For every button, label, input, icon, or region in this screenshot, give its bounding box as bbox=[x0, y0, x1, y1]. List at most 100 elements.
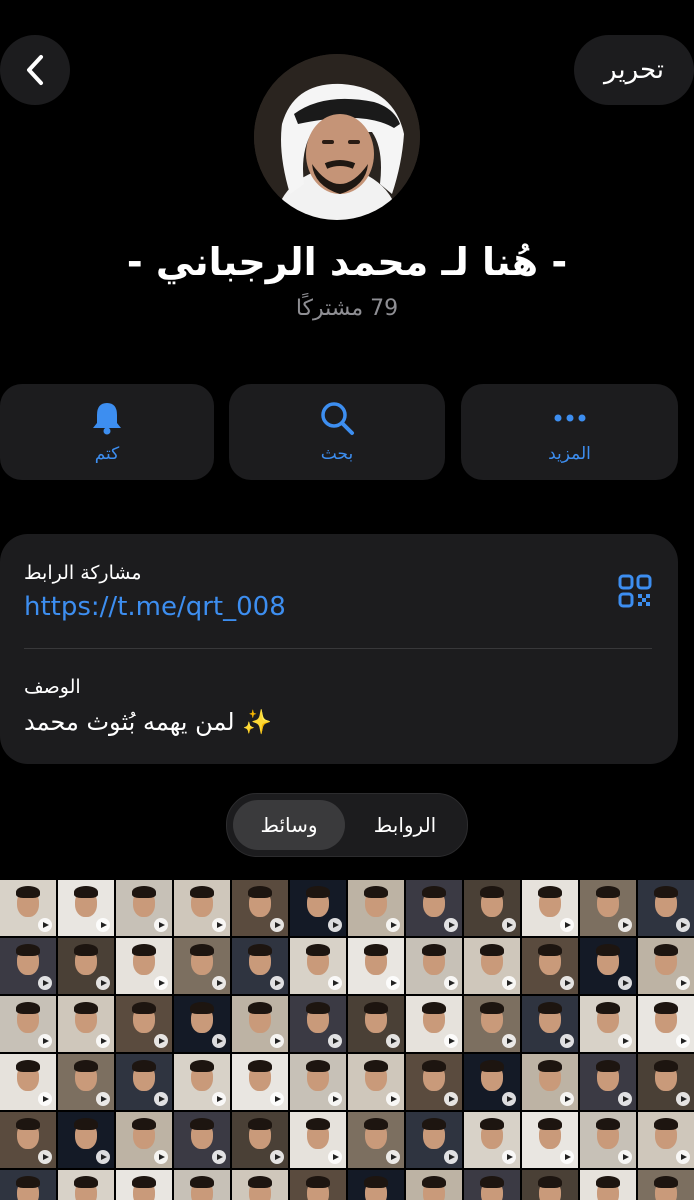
media-thumbnail[interactable] bbox=[580, 1054, 636, 1110]
media-thumbnail[interactable] bbox=[638, 1170, 694, 1200]
media-thumbnail[interactable] bbox=[0, 938, 56, 994]
media-thumbnail[interactable] bbox=[406, 880, 462, 936]
media-thumbnail[interactable] bbox=[116, 1170, 172, 1200]
media-thumbnail[interactable] bbox=[580, 996, 636, 1052]
media-thumbnail[interactable] bbox=[174, 1112, 230, 1168]
media-thumbnail[interactable] bbox=[174, 880, 230, 936]
media-thumbnail[interactable] bbox=[638, 880, 694, 936]
mute-button[interactable]: كتم bbox=[0, 384, 214, 480]
thumbnail-hair bbox=[131, 1117, 157, 1130]
media-thumbnail[interactable] bbox=[116, 1054, 172, 1110]
media-thumbnail[interactable] bbox=[232, 1170, 288, 1200]
media-thumbnail[interactable] bbox=[232, 1112, 288, 1168]
media-thumbnail[interactable] bbox=[464, 938, 520, 994]
media-thumbnail[interactable] bbox=[174, 996, 230, 1052]
thumbnail-hair bbox=[15, 1001, 41, 1014]
thumbnail-hair bbox=[537, 885, 563, 898]
media-thumbnail[interactable] bbox=[464, 880, 520, 936]
media-thumbnail[interactable] bbox=[0, 1054, 56, 1110]
media-thumbnail[interactable] bbox=[406, 1054, 462, 1110]
media-thumbnail[interactable] bbox=[580, 1112, 636, 1168]
back-button[interactable] bbox=[0, 35, 70, 105]
media-thumbnail[interactable] bbox=[116, 1112, 172, 1168]
media-thumbnail[interactable] bbox=[580, 1170, 636, 1200]
media-thumbnail[interactable] bbox=[348, 938, 404, 994]
media-thumbnail[interactable] bbox=[232, 996, 288, 1052]
chevron-left-icon bbox=[27, 55, 43, 85]
media-thumbnail[interactable] bbox=[522, 1054, 578, 1110]
media-thumbnail[interactable] bbox=[0, 1170, 56, 1200]
thumbnail-hair bbox=[479, 885, 505, 898]
thumbnail-hair bbox=[537, 1059, 563, 1072]
media-thumbnail[interactable] bbox=[290, 938, 346, 994]
media-thumbnail[interactable] bbox=[174, 1054, 230, 1110]
media-thumbnail[interactable] bbox=[348, 880, 404, 936]
media-thumbnail[interactable] bbox=[464, 1170, 520, 1200]
media-thumbnail[interactable] bbox=[638, 938, 694, 994]
media-thumbnail[interactable] bbox=[58, 938, 114, 994]
media-thumbnail[interactable] bbox=[290, 1054, 346, 1110]
media-thumbnail[interactable] bbox=[58, 1170, 114, 1200]
media-thumbnail[interactable] bbox=[522, 880, 578, 936]
media-thumbnail[interactable] bbox=[58, 1054, 114, 1110]
media-thumbnail[interactable] bbox=[174, 1170, 230, 1200]
media-thumbnail[interactable] bbox=[638, 996, 694, 1052]
media-thumbnail[interactable] bbox=[116, 938, 172, 994]
media-thumbnail[interactable] bbox=[406, 938, 462, 994]
media-thumbnail[interactable] bbox=[58, 996, 114, 1052]
media-thumbnail[interactable] bbox=[232, 1054, 288, 1110]
thumbnail-hair bbox=[363, 1175, 389, 1188]
media-thumbnail[interactable] bbox=[116, 880, 172, 936]
play-icon bbox=[444, 1092, 458, 1106]
play-icon bbox=[676, 976, 690, 990]
media-thumbnail[interactable] bbox=[580, 880, 636, 936]
media-thumbnail[interactable] bbox=[232, 938, 288, 994]
media-thumbnail[interactable] bbox=[348, 1054, 404, 1110]
tab-links[interactable]: الروابط bbox=[349, 800, 461, 850]
channel-title: - هُنا لـ محمد الرجباني - bbox=[126, 240, 568, 284]
search-label: بحث bbox=[320, 444, 354, 464]
play-icon bbox=[270, 918, 284, 932]
thumbnail-hair bbox=[15, 1175, 41, 1188]
media-thumbnail[interactable] bbox=[522, 938, 578, 994]
play-icon bbox=[154, 1150, 168, 1164]
media-thumbnail[interactable] bbox=[116, 996, 172, 1052]
media-thumbnail[interactable] bbox=[638, 1112, 694, 1168]
media-thumbnail[interactable] bbox=[580, 938, 636, 994]
media-thumbnail[interactable] bbox=[290, 1170, 346, 1200]
media-thumbnail[interactable] bbox=[464, 1112, 520, 1168]
media-thumbnail[interactable] bbox=[406, 1112, 462, 1168]
media-thumbnail[interactable] bbox=[174, 938, 230, 994]
media-thumbnail[interactable] bbox=[522, 1170, 578, 1200]
thumbnail-hair bbox=[537, 1117, 563, 1130]
media-thumbnail[interactable] bbox=[348, 1112, 404, 1168]
media-thumbnail[interactable] bbox=[522, 1112, 578, 1168]
media-thumbnail[interactable] bbox=[464, 996, 520, 1052]
thumbnail-hair bbox=[305, 943, 331, 956]
media-thumbnail[interactable] bbox=[290, 1112, 346, 1168]
media-thumbnail[interactable] bbox=[464, 1054, 520, 1110]
media-thumbnail[interactable] bbox=[58, 1112, 114, 1168]
media-thumbnail[interactable] bbox=[58, 880, 114, 936]
media-thumbnail[interactable] bbox=[406, 1170, 462, 1200]
media-thumbnail[interactable] bbox=[522, 996, 578, 1052]
avatar[interactable] bbox=[254, 54, 420, 220]
media-thumbnail[interactable] bbox=[290, 996, 346, 1052]
more-button[interactable]: المزيد bbox=[461, 384, 678, 480]
tab-media[interactable]: وسائط bbox=[233, 800, 345, 850]
edit-button[interactable]: تحرير bbox=[574, 35, 694, 105]
media-thumbnail[interactable] bbox=[348, 1170, 404, 1200]
search-button[interactable]: بحث bbox=[229, 384, 445, 480]
media-thumbnail[interactable] bbox=[0, 1112, 56, 1168]
channel-link[interactable]: https://t.me/qrt_008 bbox=[24, 592, 286, 622]
media-thumbnail[interactable] bbox=[0, 996, 56, 1052]
qr-code-icon[interactable] bbox=[618, 574, 652, 612]
media-thumbnail[interactable] bbox=[638, 1054, 694, 1110]
thumbnail-hair bbox=[421, 1001, 447, 1014]
thumbnail-hair bbox=[595, 1117, 621, 1130]
media-thumbnail[interactable] bbox=[348, 996, 404, 1052]
media-thumbnail[interactable] bbox=[0, 880, 56, 936]
media-thumbnail[interactable] bbox=[290, 880, 346, 936]
media-thumbnail[interactable] bbox=[232, 880, 288, 936]
media-thumbnail[interactable] bbox=[406, 996, 462, 1052]
